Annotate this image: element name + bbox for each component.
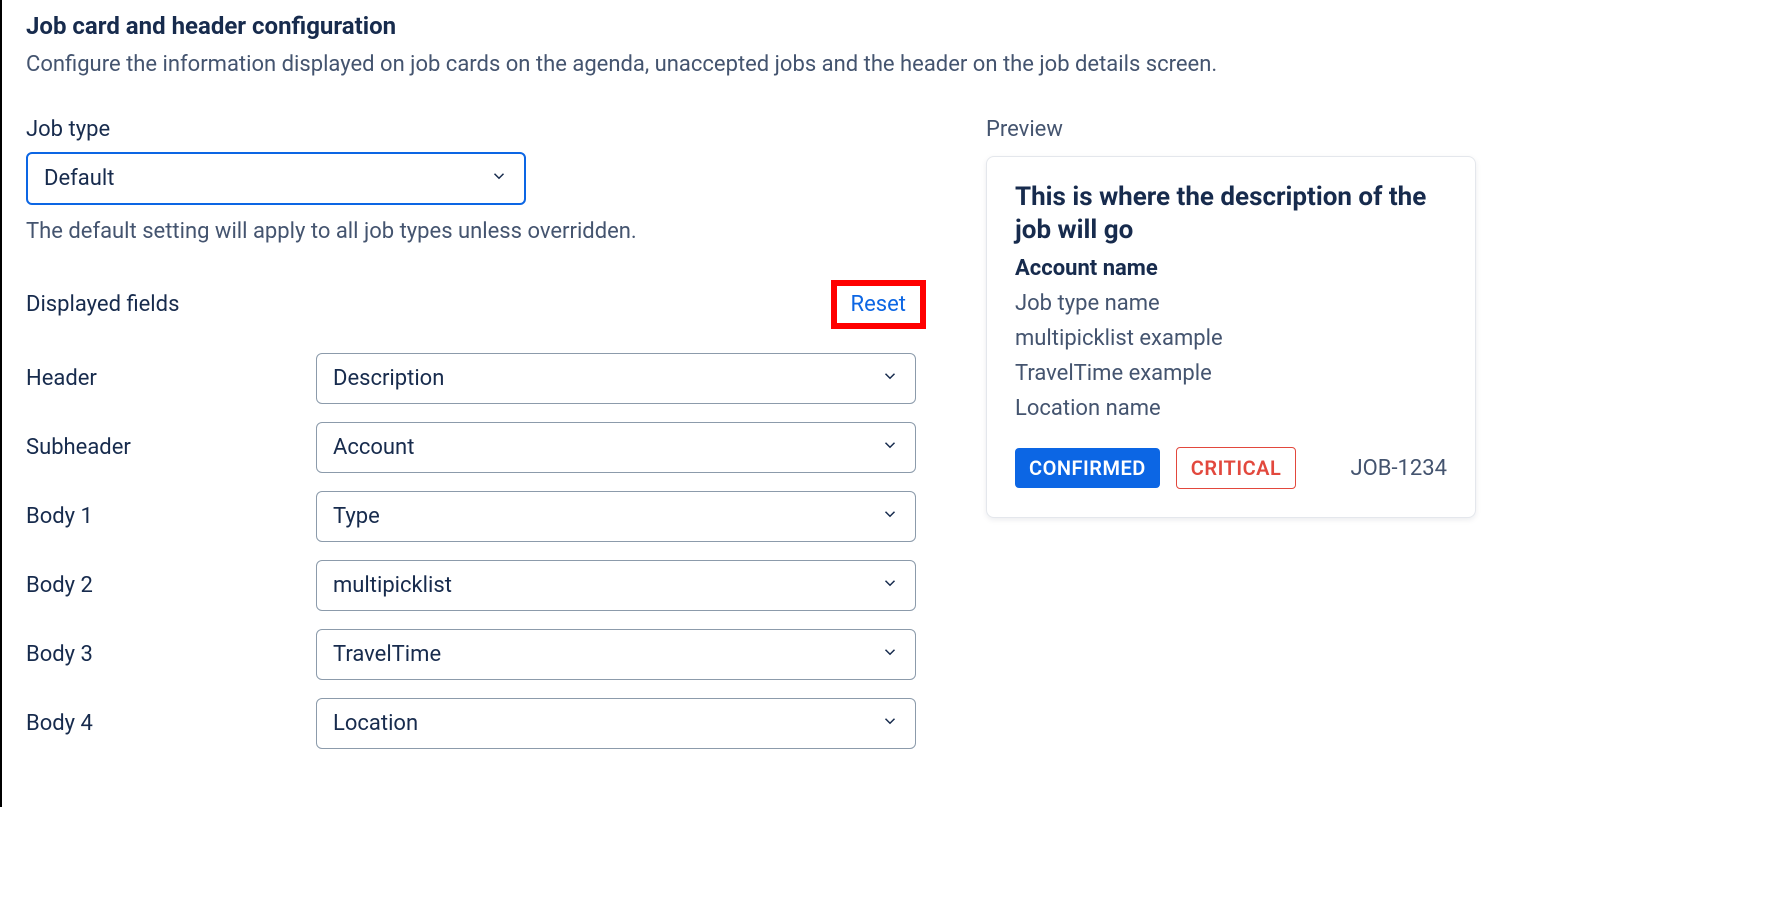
displayed-fields-label: Displayed fields (26, 292, 179, 317)
status-badge-critical: CRITICAL (1176, 447, 1297, 489)
chevron-down-icon (881, 435, 899, 460)
field-row-body4: Body 4 Location (26, 698, 926, 749)
body4-select[interactable]: Location (316, 698, 916, 749)
field-row-header: Header Description (26, 353, 926, 404)
select-value: Location (333, 711, 418, 736)
select-value: Description (333, 366, 444, 391)
select-value: Account (333, 435, 414, 460)
field-row-label: Body 2 (26, 573, 316, 598)
body3-select[interactable]: TravelTime (316, 629, 916, 680)
status-badge-confirmed: CONFIRMED (1015, 448, 1160, 488)
job-type-help: The default setting will apply to all jo… (26, 219, 926, 244)
config-column: Job type Default The default setting wil… (26, 117, 926, 767)
field-row-body1: Body 1 Type (26, 491, 926, 542)
field-row-body2: Body 2 multipicklist (26, 560, 926, 611)
body2-select[interactable]: multipicklist (316, 560, 916, 611)
reset-highlight: Reset (831, 280, 926, 329)
reset-button[interactable]: Reset (851, 292, 906, 317)
page-subtitle: Configure the information displayed on j… (26, 52, 1748, 77)
field-row-label: Body 3 (26, 642, 316, 667)
field-row-label: Body 4 (26, 711, 316, 736)
preview-footer: CONFIRMED CRITICAL JOB-1234 (1015, 447, 1447, 489)
header-select[interactable]: Description (316, 353, 916, 404)
preview-column: Preview This is where the description of… (986, 117, 1748, 518)
chevron-down-icon (881, 711, 899, 736)
select-value: Type (333, 504, 380, 529)
chevron-down-icon (881, 366, 899, 391)
job-type-value: Default (44, 166, 114, 191)
chevron-down-icon (490, 166, 508, 191)
preview-line: Location name (1015, 396, 1447, 421)
job-id: JOB-1234 (1350, 456, 1447, 481)
body1-select[interactable]: Type (316, 491, 916, 542)
chevron-down-icon (881, 642, 899, 667)
chevron-down-icon (881, 573, 899, 598)
preview-line: Job type name (1015, 291, 1447, 316)
select-value: TravelTime (333, 642, 441, 667)
preview-description: This is where the description of the job… (1015, 181, 1447, 246)
job-type-select[interactable]: Default (26, 152, 526, 205)
field-row-body3: Body 3 TravelTime (26, 629, 926, 680)
page-title: Job card and header configuration (26, 12, 1748, 40)
field-row-label: Body 1 (26, 504, 316, 529)
field-row-label: Subheader (26, 435, 316, 460)
preview-account: Account name (1015, 256, 1447, 281)
preview-label: Preview (986, 117, 1748, 142)
subheader-select[interactable]: Account (316, 422, 916, 473)
chevron-down-icon (881, 504, 899, 529)
field-row-subheader: Subheader Account (26, 422, 926, 473)
preview-line: TravelTime example (1015, 361, 1447, 386)
preview-line: multipicklist example (1015, 326, 1447, 351)
job-type-label: Job type (26, 117, 926, 142)
preview-card: This is where the description of the job… (986, 156, 1476, 518)
field-row-label: Header (26, 366, 316, 391)
select-value: multipicklist (333, 573, 452, 598)
